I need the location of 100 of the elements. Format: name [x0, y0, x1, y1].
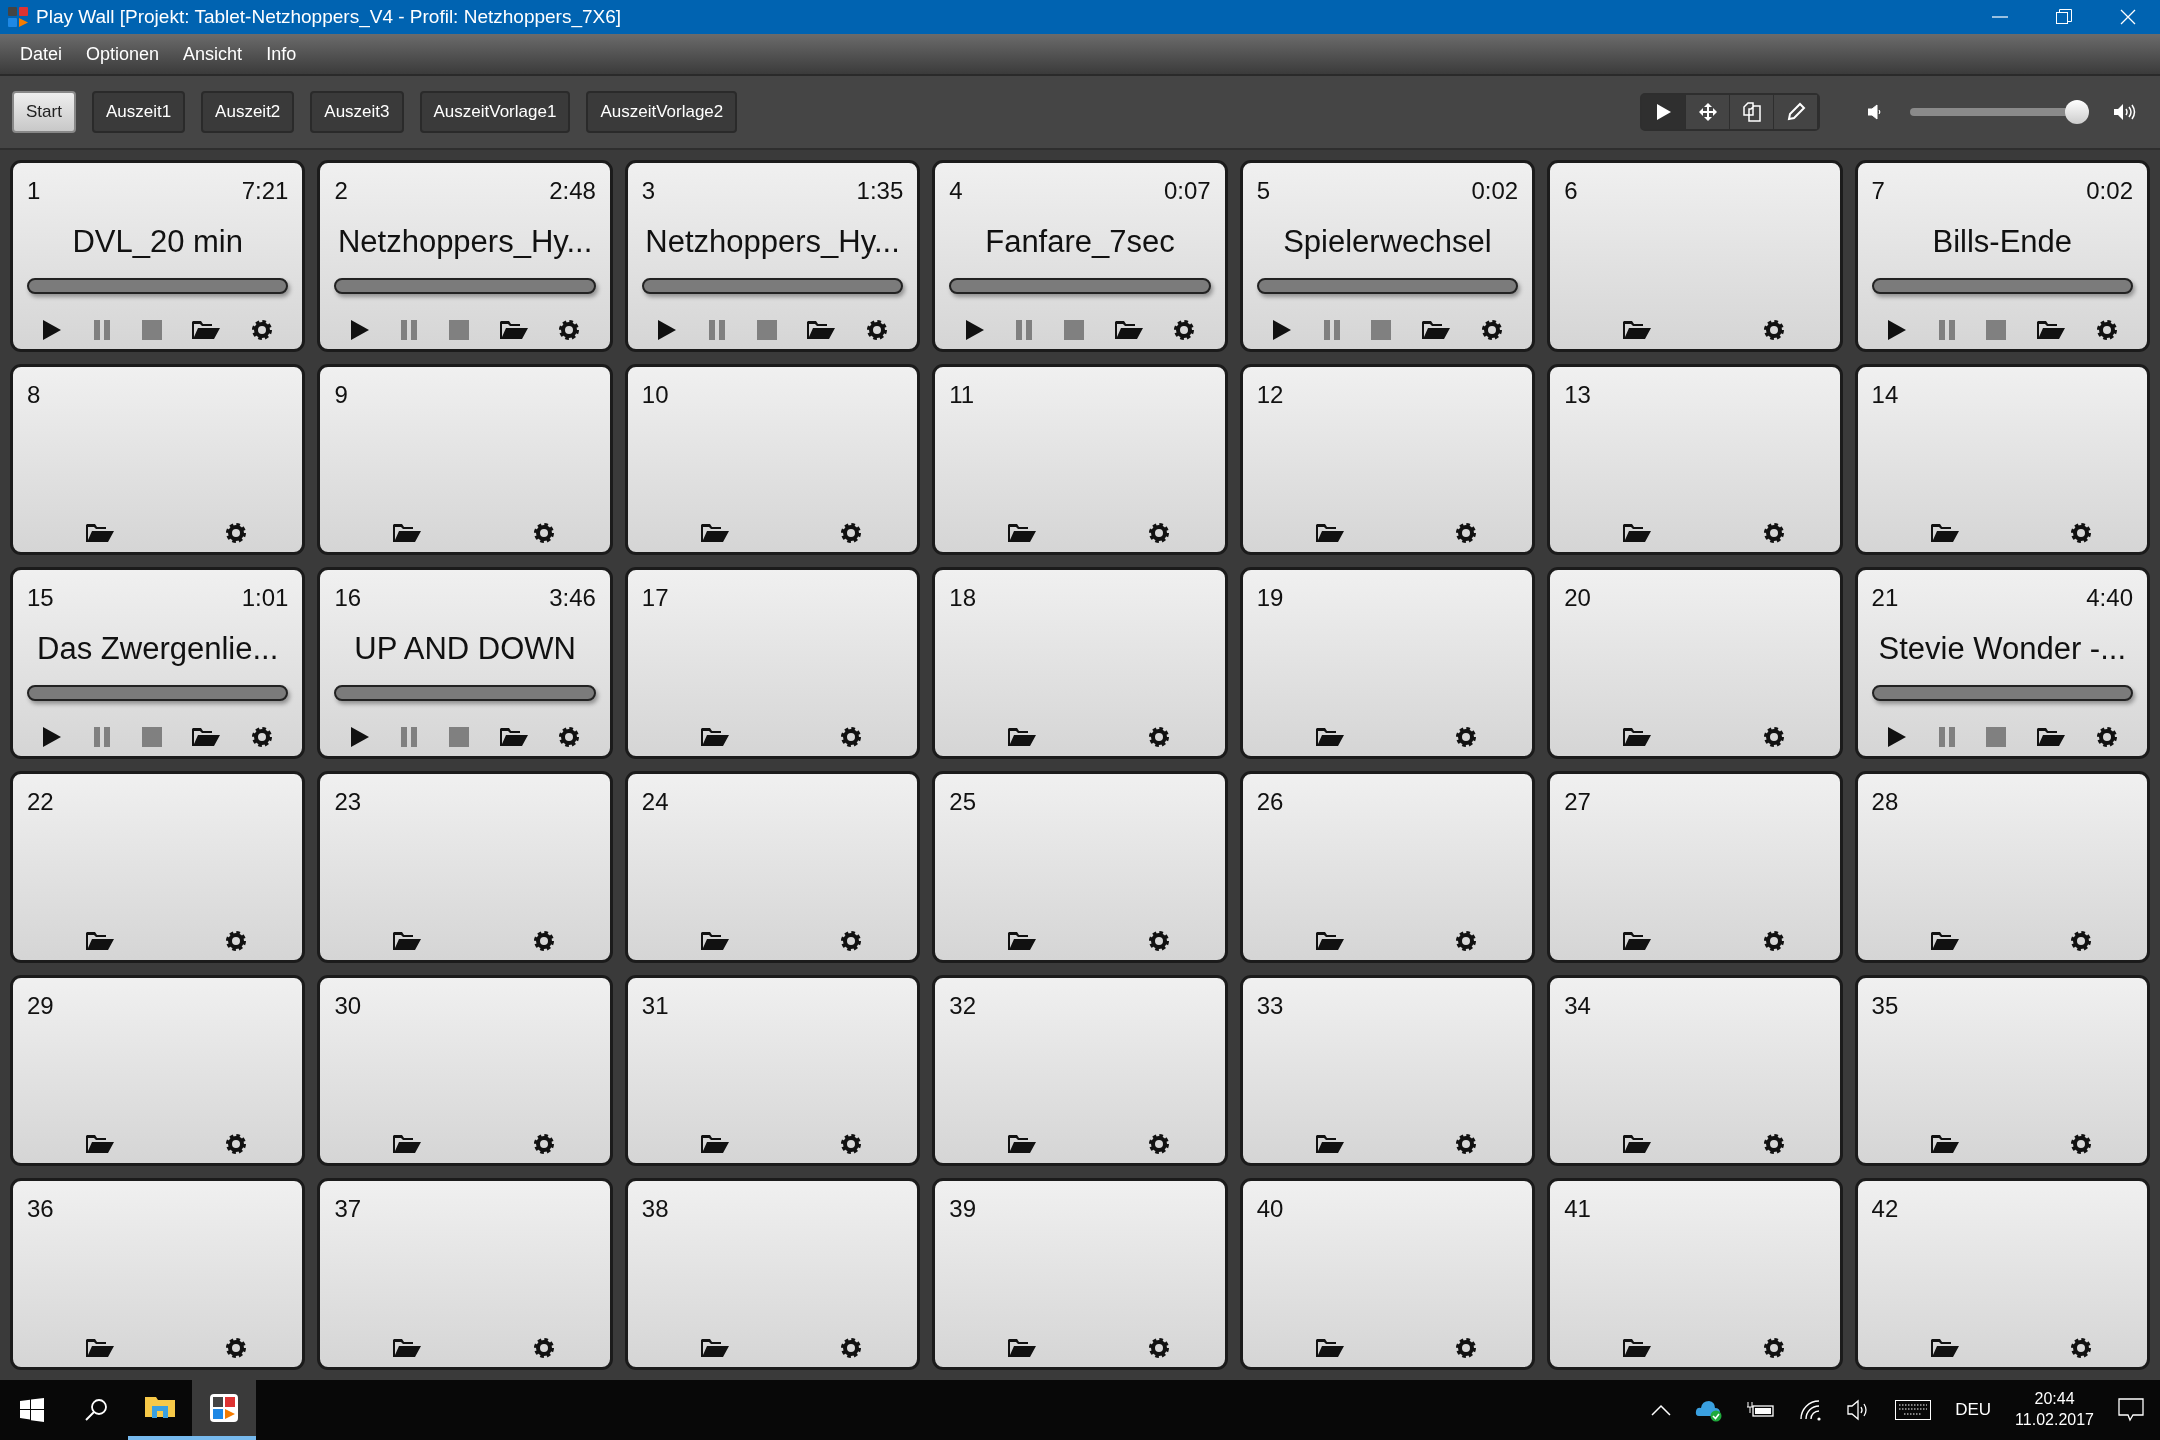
gear-icon[interactable] [1480, 318, 1503, 341]
gear-icon[interactable] [840, 929, 863, 952]
gear-icon[interactable] [840, 1337, 863, 1359]
sound-pad[interactable]: 1 7:21 DVL_20 min [10, 160, 306, 352]
sound-pad[interactable]: 19 [1239, 567, 1536, 759]
menu-item[interactable]: Ansicht [171, 40, 255, 68]
folder-icon[interactable] [1623, 1338, 1652, 1358]
folder-icon[interactable] [700, 523, 729, 544]
folder-icon[interactable] [86, 1338, 114, 1358]
folder-icon[interactable] [393, 523, 422, 544]
menu-item[interactable]: Info [254, 40, 309, 68]
gear-icon[interactable] [840, 1133, 863, 1156]
play-icon[interactable] [964, 318, 985, 341]
sound-pad[interactable]: 12 [1239, 363, 1536, 556]
sound-pad[interactable]: 36 [10, 1178, 306, 1370]
folder-icon[interactable] [1623, 523, 1652, 544]
gear-icon[interactable] [225, 1133, 248, 1156]
gear-icon[interactable] [1173, 318, 1196, 341]
restore-icon[interactable] [2056, 9, 2072, 25]
sound-pad[interactable]: 27 [1547, 771, 1843, 963]
gear-icon[interactable] [1147, 1133, 1170, 1156]
folder-icon[interactable] [700, 1338, 729, 1358]
folder-icon[interactable] [2036, 727, 2065, 747]
gear-icon[interactable] [2070, 1337, 2092, 1359]
play-icon[interactable] [42, 726, 63, 748]
folder-icon[interactable] [499, 727, 528, 747]
folder-icon[interactable] [393, 1338, 422, 1358]
folder-icon[interactable] [1315, 1338, 1344, 1358]
sound-pad[interactable]: 16 3:46 UP AND DOWN [317, 567, 613, 759]
gear-icon[interactable] [558, 318, 581, 341]
speaker-high-icon[interactable] [2114, 103, 2136, 121]
folder-icon[interactable] [1623, 319, 1652, 340]
gear-icon[interactable] [532, 929, 555, 952]
sound-pad[interactable]: 4 0:07 Fanfare_7sec [932, 160, 1228, 352]
sound-pad[interactable]: 2 2:48 Netzhoppers_Hy... [317, 160, 613, 352]
sound-pad[interactable]: 29 [10, 974, 306, 1167]
speaker-low-icon[interactable] [1868, 104, 1882, 120]
mode-button[interactable] [1730, 95, 1774, 129]
sound-pad[interactable]: 20 [1547, 567, 1843, 759]
folder-icon[interactable] [2036, 319, 2065, 340]
sound-pad[interactable]: 7 0:02 Bills-Ende [1854, 160, 2150, 352]
pause-icon[interactable] [1937, 318, 1956, 341]
gear-icon[interactable] [1147, 1337, 1170, 1359]
folder-icon[interactable] [1315, 523, 1344, 544]
gear-icon[interactable] [840, 726, 863, 748]
folder-icon[interactable] [1930, 1338, 1959, 1358]
menu-item[interactable]: Datei [8, 40, 75, 68]
sound-pad[interactable]: 6 [1547, 160, 1843, 352]
cloud-icon[interactable] [1695, 1398, 1724, 1422]
sound-pad[interactable]: 8 [10, 363, 306, 556]
pause-icon[interactable] [707, 318, 726, 341]
folder-icon[interactable] [1008, 727, 1037, 747]
folder-icon[interactable] [1315, 1134, 1344, 1155]
sound-pad[interactable]: 18 [932, 567, 1228, 759]
sound-pad[interactable]: 39 [932, 1178, 1228, 1370]
folder-icon[interactable] [1008, 1338, 1037, 1358]
sound-pad[interactable]: 26 [1239, 771, 1536, 963]
folder-icon[interactable] [499, 319, 528, 340]
sound-pad[interactable]: 32 [932, 974, 1228, 1167]
sound-pad[interactable]: 42 [1854, 1178, 2150, 1370]
stop-icon[interactable] [756, 319, 777, 340]
gear-icon[interactable] [1455, 522, 1478, 545]
stop-icon[interactable] [1371, 319, 1392, 340]
gear-icon[interactable] [251, 318, 273, 341]
sound-pad[interactable]: 17 [624, 567, 921, 759]
sound-pad[interactable]: 14 [1854, 363, 2150, 556]
sound-pad[interactable]: 15 1:01 Das Zwergenlie... [10, 567, 306, 759]
gear-icon[interactable] [1147, 929, 1170, 952]
keyboard-icon[interactable] [1895, 1400, 1932, 1420]
folder-icon[interactable] [1114, 319, 1143, 340]
stop-icon[interactable] [141, 727, 162, 747]
folder-icon[interactable] [393, 1134, 422, 1155]
mode-button[interactable] [1774, 95, 1818, 129]
gear-icon[interactable] [840, 522, 863, 545]
stop-icon[interactable] [449, 727, 470, 747]
sound-pad[interactable]: 21 4:40 Stevie Wonder -... [1854, 567, 2150, 759]
clock-time[interactable]: 20:44 [2034, 1389, 2075, 1410]
folder-icon[interactable] [86, 1134, 114, 1155]
folder-icon[interactable] [1008, 1134, 1037, 1155]
sound-pad[interactable]: 10 [624, 363, 921, 556]
stop-icon[interactable] [1986, 319, 2007, 340]
input-language[interactable]: DEU [1955, 1397, 1992, 1423]
play-icon[interactable] [42, 318, 63, 341]
gear-icon[interactable] [2070, 522, 2092, 545]
gear-icon[interactable] [225, 1337, 248, 1359]
clock-date[interactable]: 11.02.2017 [2015, 1410, 2094, 1431]
gear-icon[interactable] [225, 929, 248, 952]
battery-icon[interactable] [1747, 1401, 1776, 1419]
mode-button[interactable] [1686, 95, 1730, 129]
play-icon[interactable] [1886, 318, 1907, 341]
stop-icon[interactable] [1986, 727, 2007, 747]
folder-icon[interactable] [192, 319, 221, 340]
gear-icon[interactable] [251, 726, 273, 748]
sound-pad[interactable]: 28 [1854, 771, 2150, 963]
sound-pad[interactable]: 23 [317, 771, 613, 963]
slider-thumb[interactable] [2065, 100, 2090, 124]
folder-icon[interactable] [1930, 1134, 1959, 1155]
gear-icon[interactable] [1762, 929, 1785, 952]
folder-icon[interactable] [1422, 319, 1451, 340]
folder-icon[interactable] [1008, 523, 1037, 544]
